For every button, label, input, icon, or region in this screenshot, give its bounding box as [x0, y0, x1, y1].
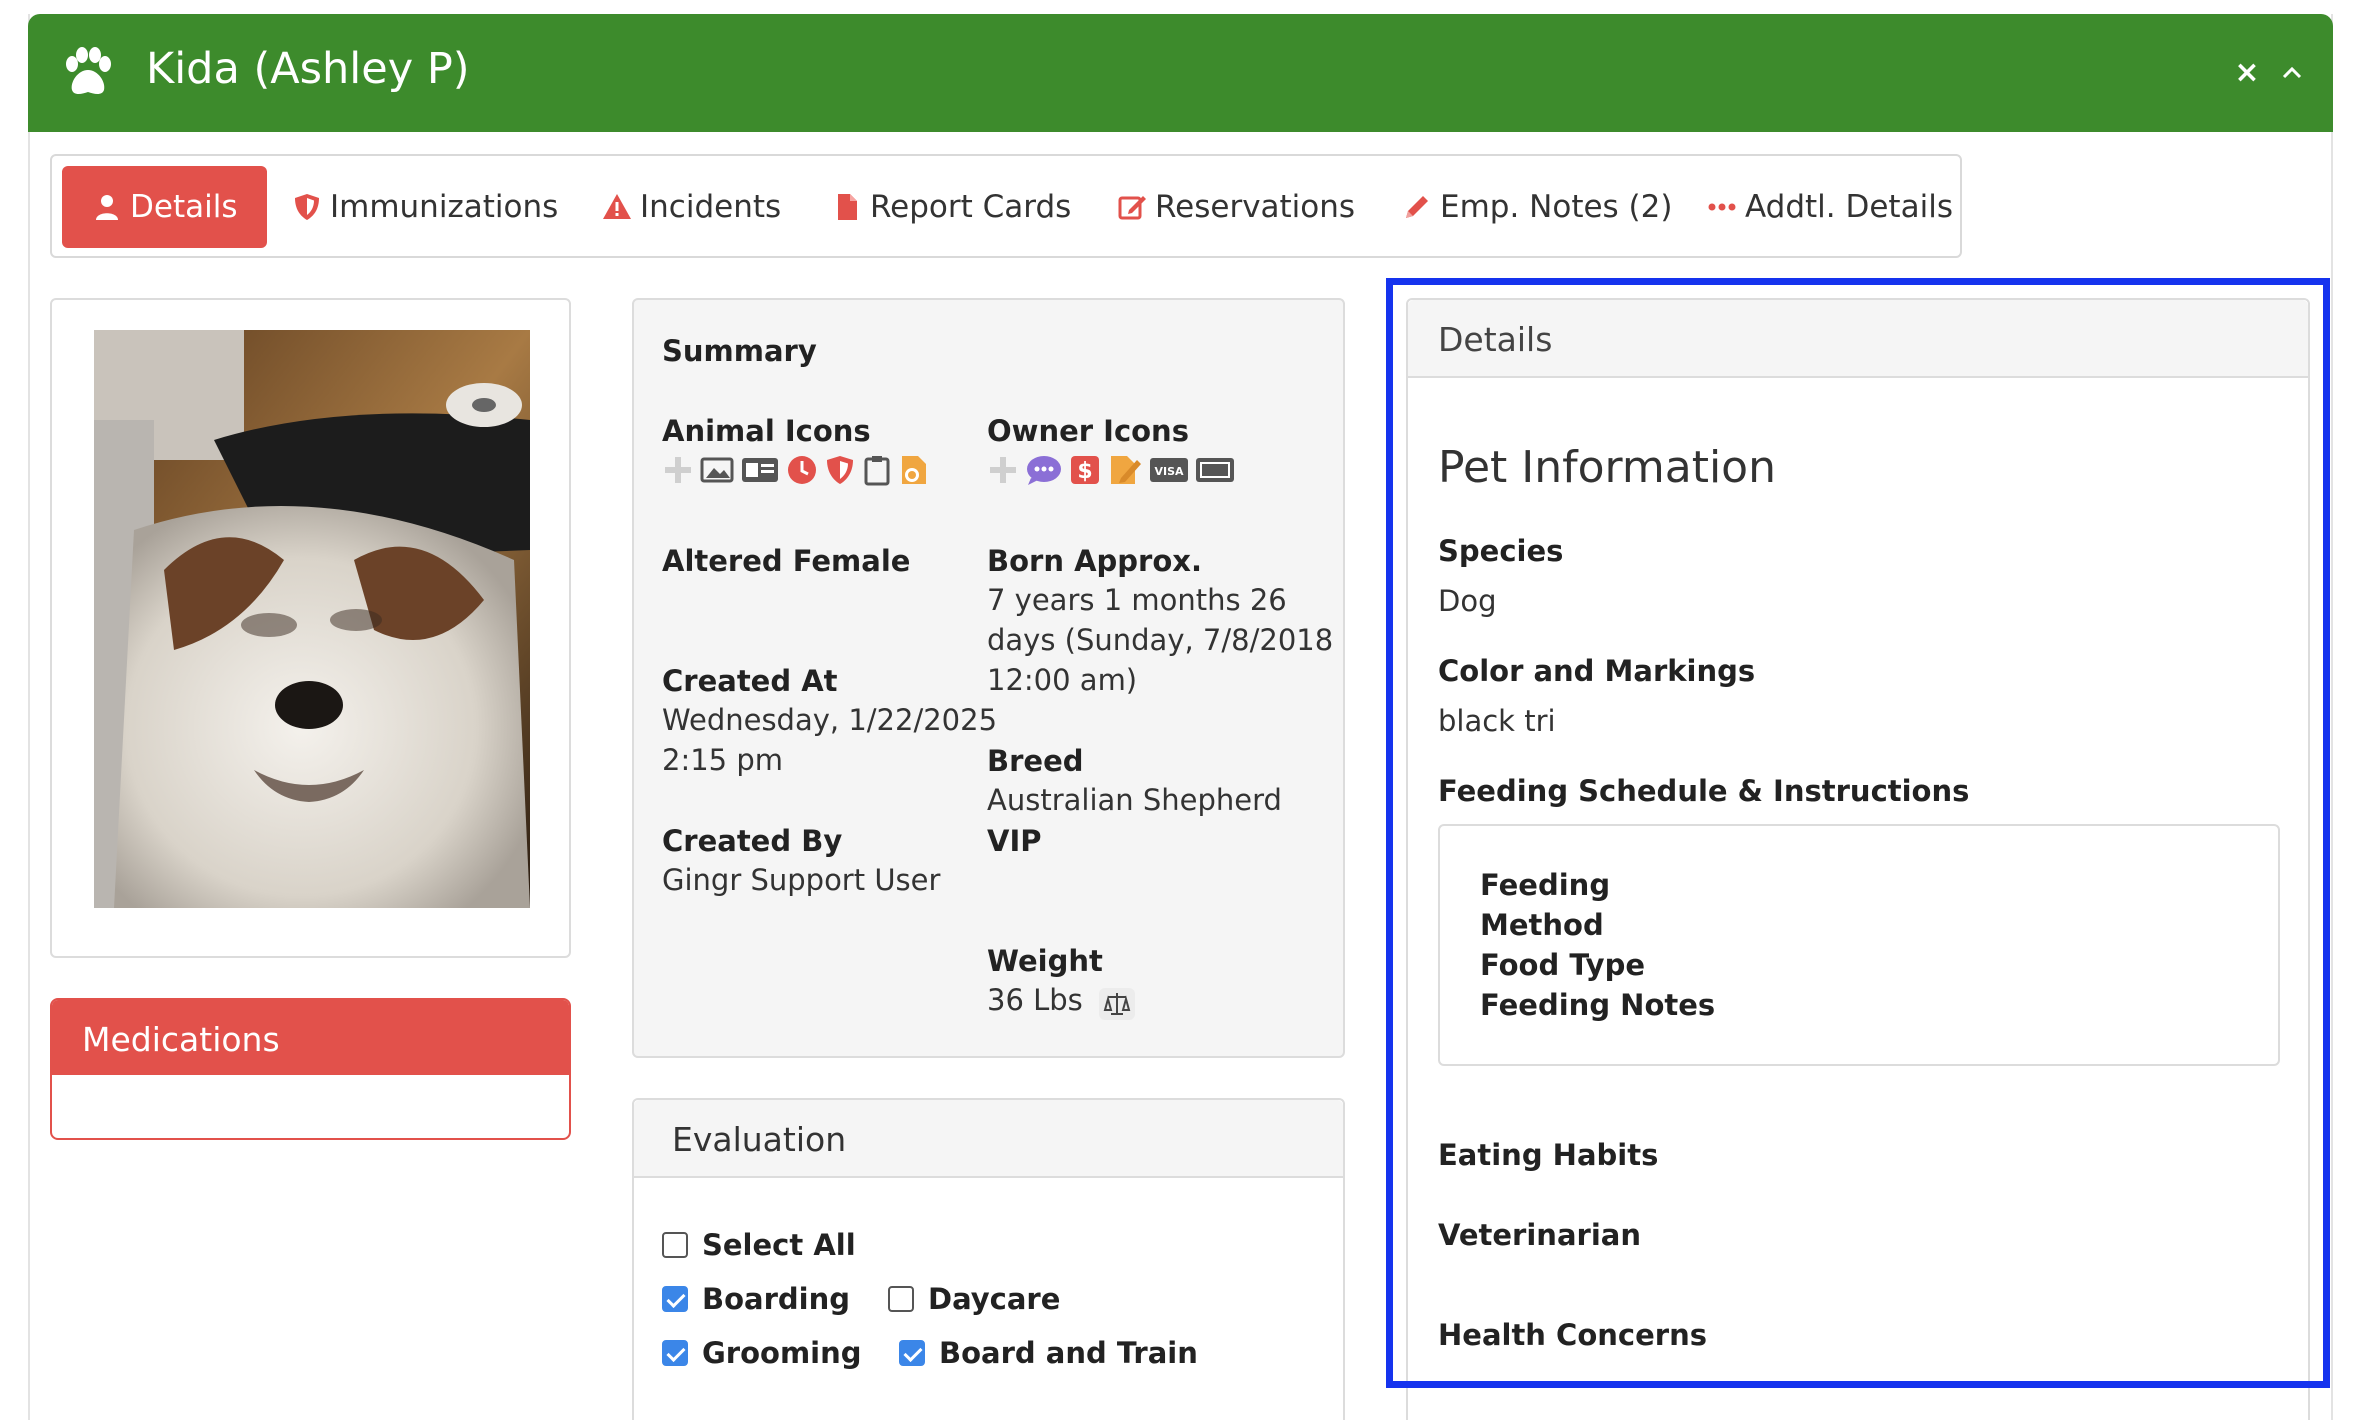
- close-icon[interactable]: ×: [2228, 54, 2266, 92]
- created-at-label: Created At: [662, 664, 838, 698]
- feeding-schedule-label: Feeding Schedule & Instructions: [1438, 774, 1970, 808]
- tab-incidents[interactable]: Incidents: [602, 166, 781, 248]
- id-card-icon[interactable]: [740, 454, 780, 486]
- checkbox-boarding[interactable]: Boarding: [662, 1282, 850, 1316]
- created-at-line-2: 2:15 pm: [662, 743, 783, 777]
- born-line-1: 7 years 1 months 26: [987, 583, 1287, 617]
- breed-label: Breed: [987, 744, 1084, 778]
- feeding-field: Feeding: [1480, 868, 1611, 902]
- feeding-box: Feeding Method Food Type Feeding Notes: [1438, 824, 2280, 1066]
- tab-details[interactable]: Details: [62, 166, 268, 248]
- checkbox[interactable]: [899, 1340, 925, 1366]
- scale-icon[interactable]: [1097, 986, 1137, 1022]
- checkbox-select-all[interactable]: Select All: [662, 1228, 856, 1262]
- tab-bar: Details Immunizations Incidents Report C…: [50, 154, 1962, 258]
- checkbox[interactable]: [662, 1232, 688, 1258]
- created-by-label: Created By: [662, 824, 843, 858]
- species-value: Dog: [1438, 584, 1497, 618]
- method-field: Method: [1480, 908, 1604, 942]
- pencil-icon: [1406, 196, 1428, 218]
- color-markings-value: black tri: [1438, 704, 1556, 738]
- color-markings-label: Color and Markings: [1438, 654, 1756, 688]
- tab-emp-notes[interactable]: Emp. Notes (2): [1402, 166, 1672, 248]
- species-label: Species: [1438, 534, 1564, 568]
- paw-icon: [66, 47, 111, 94]
- breed-value: Australian Shepherd: [987, 783, 1282, 817]
- medications-title: Medications: [52, 1000, 569, 1075]
- credit-card-icon[interactable]: [1195, 454, 1235, 486]
- vip-label: VIP: [987, 824, 1042, 858]
- owner-icons: $ VISA: [987, 454, 1235, 486]
- visa-icon[interactable]: VISA: [1149, 454, 1189, 486]
- weight-label: Weight: [987, 944, 1103, 978]
- modal-title: Kida (Ashley P): [146, 44, 470, 94]
- born-label: Born Approx.: [987, 544, 1202, 578]
- edit-icon: [1118, 196, 1146, 220]
- health-concerns-label: Health Concerns: [1438, 1318, 1707, 1352]
- checkbox-daycare[interactable]: Daycare: [888, 1282, 1060, 1316]
- document-icon: [838, 194, 857, 220]
- altered-status: Altered Female: [662, 544, 911, 578]
- checkbox-grooming[interactable]: Grooming: [662, 1336, 862, 1370]
- pet-photo-card: [50, 298, 571, 958]
- veterinarian-label: Veterinarian: [1438, 1218, 1641, 1252]
- medications-card: Medications: [50, 998, 571, 1140]
- details-card: Details Pet Information Species Dog Colo…: [1406, 298, 2310, 1420]
- created-by-value: Gingr Support User: [662, 863, 941, 897]
- pet-information-heading: Pet Information: [1438, 442, 1776, 493]
- checkbox[interactable]: [662, 1286, 688, 1312]
- modal-header: Kida (Ashley P) ×: [28, 14, 2333, 132]
- evaluation-title: Evaluation: [634, 1100, 1343, 1178]
- svg-text:$: $: [1077, 459, 1092, 484]
- feeding-notes-field: Feeding Notes: [1480, 988, 1716, 1022]
- animal-icons: [662, 454, 932, 486]
- warning-icon: [603, 194, 631, 219]
- tab-reservations[interactable]: Reservations: [1117, 166, 1355, 248]
- summary-card: Summary Animal Icons Owner Icons $ VISA …: [632, 298, 1345, 1058]
- certificate-icon[interactable]: [898, 454, 932, 486]
- clock-icon[interactable]: [786, 454, 818, 486]
- born-line-2: days (Sunday, 7/8/2018: [987, 623, 1334, 657]
- dollar-icon[interactable]: $: [1069, 454, 1101, 486]
- image-icon[interactable]: [700, 454, 734, 486]
- shield-icon: [295, 194, 319, 220]
- food-type-field: Food Type: [1480, 948, 1646, 982]
- animal-icons-label: Animal Icons: [662, 414, 871, 448]
- tab-report-cards[interactable]: Report Cards: [832, 166, 1071, 248]
- created-at-line-1: Wednesday, 1/22/2025: [662, 703, 998, 737]
- shield-icon[interactable]: [824, 454, 856, 486]
- tab-immunizations[interactable]: Immunizations: [292, 166, 558, 248]
- pet-photo[interactable]: [94, 330, 530, 908]
- tab-addtl-details[interactable]: Addtl. Details: [1707, 166, 1953, 248]
- weight-value: 36 Lbs: [987, 983, 1083, 1017]
- collapse-icon[interactable]: [2273, 54, 2311, 92]
- signature-icon[interactable]: [1107, 454, 1143, 486]
- ellipsis-icon: [1708, 203, 1736, 211]
- details-title: Details: [1408, 300, 2308, 378]
- add-icon[interactable]: [662, 454, 694, 486]
- owner-icons-label: Owner Icons: [987, 414, 1189, 448]
- born-line-3: 12:00 am): [987, 663, 1138, 697]
- checkbox[interactable]: [888, 1286, 914, 1312]
- checkbox-board-and-train[interactable]: Board and Train: [899, 1336, 1198, 1370]
- summary-title: Summary: [662, 334, 817, 368]
- clipboard-icon[interactable]: [862, 454, 892, 486]
- add-icon[interactable]: [987, 454, 1019, 486]
- user-icon: [96, 195, 118, 220]
- chat-icon[interactable]: [1025, 454, 1063, 486]
- checkbox[interactable]: [662, 1340, 688, 1366]
- evaluation-card: Evaluation Select All Boarding Daycare G…: [632, 1098, 1345, 1420]
- svg-text:VISA: VISA: [1154, 465, 1184, 478]
- eating-habits-label: Eating Habits: [1438, 1138, 1659, 1172]
